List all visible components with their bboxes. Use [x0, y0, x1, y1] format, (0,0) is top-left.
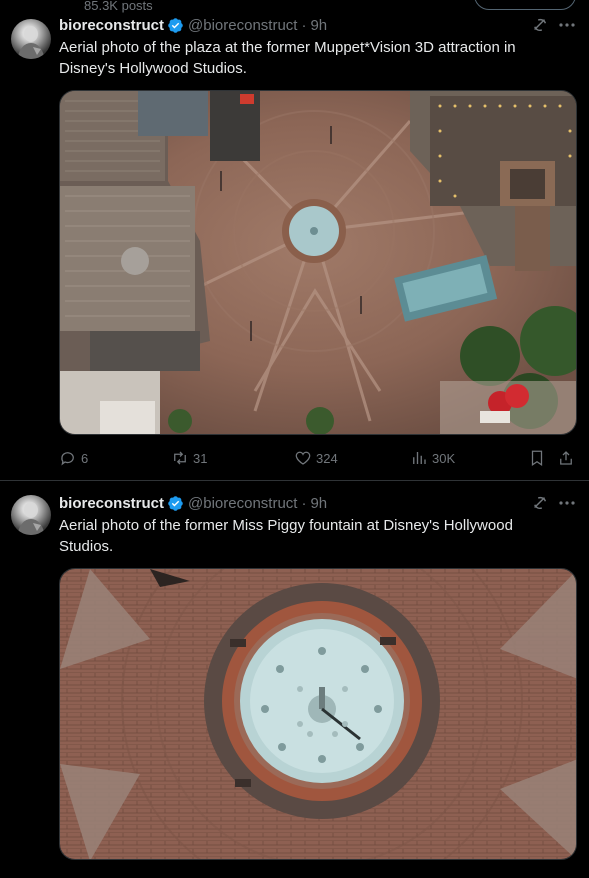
like-button[interactable]: 324 — [294, 447, 338, 469]
share-button[interactable] — [557, 447, 579, 469]
reply-button[interactable]: 6 — [59, 447, 88, 469]
verified-badge-icon — [168, 495, 183, 511]
repost-button[interactable]: 31 — [171, 447, 207, 469]
bookmark-icon — [531, 450, 543, 466]
tweet-header: bioreconstruct @bioreconstruct · 9h — [59, 15, 327, 35]
tweet-text: Aerial photo of the former Miss Piggy fo… — [59, 517, 513, 555]
tweet[interactable]: bioreconstruct @bioreconstruct · 9h Aeri… — [0, 14, 589, 481]
share-icon — [560, 451, 572, 465]
tweet-header: bioreconstruct @bioreconstruct · 9h — [59, 493, 327, 513]
grok-icon[interactable] — [531, 16, 549, 34]
follow-button[interactable] — [474, 0, 576, 10]
reply-icon — [61, 452, 74, 466]
author-name[interactable]: bioreconstruct — [59, 495, 164, 512]
author-handle[interactable]: @bioreconstruct — [188, 495, 297, 512]
like-icon — [295, 451, 311, 465]
verified-badge-icon — [168, 17, 183, 33]
repost-count: 31 — [193, 450, 208, 466]
more-icon[interactable] — [557, 494, 577, 512]
author-handle[interactable]: @bioreconstruct — [188, 17, 297, 34]
avatar[interactable] — [11, 495, 51, 535]
timestamp[interactable]: 9h — [310, 17, 327, 34]
avatar[interactable] — [11, 19, 51, 59]
tweet-actions: 6 31 324 30K — [59, 447, 577, 469]
posts-count: 85.3K posts — [84, 0, 153, 13]
separator: · — [301, 16, 307, 34]
tweet[interactable]: bioreconstruct @bioreconstruct · 9h Aeri… — [0, 481, 589, 878]
timestamp[interactable]: 9h — [310, 495, 327, 512]
views-icon — [413, 452, 426, 464]
profile-topbar: 85.3K posts — [0, 0, 589, 14]
repost-icon — [174, 451, 186, 465]
bookmark-button[interactable] — [528, 447, 550, 469]
tweet-image[interactable] — [59, 90, 577, 435]
reply-count: 6 — [81, 450, 89, 466]
tweet-image[interactable] — [59, 568, 577, 860]
views-button[interactable]: 30K — [410, 447, 455, 469]
separator: · — [301, 494, 307, 512]
tweet-text: Aerial photo of the plaza at the former … — [59, 39, 516, 77]
like-count: 324 — [316, 450, 338, 466]
more-icon[interactable] — [557, 16, 577, 34]
views-count: 30K — [432, 450, 456, 466]
grok-icon[interactable] — [531, 494, 549, 512]
author-name[interactable]: bioreconstruct — [59, 17, 164, 34]
